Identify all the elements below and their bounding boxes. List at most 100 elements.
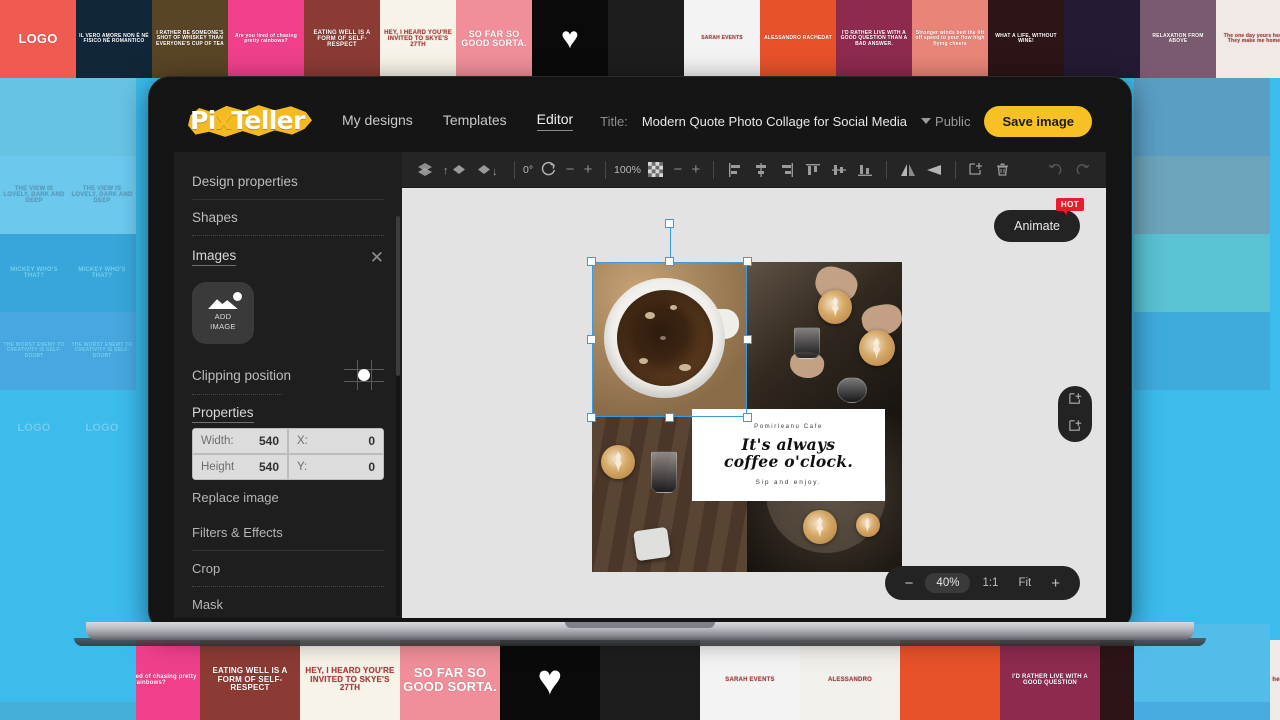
duplicate-page-icon[interactable] [1068,418,1083,438]
width-label: Width: [201,435,234,447]
wallpaper-tile: SO FAR SO GOOD SORTA. [400,640,500,720]
add-image-button[interactable]: ADD IMAGE [192,282,254,344]
zoom-out-button[interactable]: − [897,571,922,596]
align-middle-vertical-icon[interactable] [826,157,852,183]
rotate-icon[interactable] [535,157,561,183]
wallpaper-tile: EATING WELL IS A FORM OF SELF-RESPECT [304,0,380,78]
wallpaper-tile-text: EATING WELL IS A FORM OF SELF-RESPECT [212,666,288,693]
animate-button[interactable]: Animate HOT [994,198,1084,242]
wallpaper-blue-overlay [0,468,68,546]
nav-editor[interactable]: Editor [536,111,574,131]
add-page-icon[interactable] [1068,391,1083,411]
close-icon[interactable]: ✕ [370,249,384,266]
laptop-mockup: PixTeller My designs Templates Editor Ti… [74,76,1206,646]
rotation-decrease-button[interactable]: − [561,161,579,178]
x-label: X: [297,435,308,447]
send-backward-icon[interactable]: ↓ [472,157,506,183]
x-field[interactable]: X: 0 [288,428,384,454]
wallpaper-blue-overlay [1134,234,1202,312]
divider [605,160,607,179]
design-title[interactable]: Modern Quote Photo Collage for Social Me… [642,114,907,129]
wallpaper-tile: LOGO [0,0,76,78]
undo-icon[interactable] [1042,157,1068,183]
wallpaper-tile: I RATHER BE SOMEONE'S CUP OF TEA [0,702,68,720]
collage-image-top-left[interactable] [592,262,747,417]
sidebar-item-crop[interactable]: Crop [192,551,384,586]
save-image-button[interactable]: Save image [984,105,1092,137]
wallpaper-tile-text: The one day yours here They make me home [1223,32,1280,44]
align-right-icon[interactable] [774,157,800,183]
nav-my-designs[interactable]: My designs [342,112,413,131]
flip-vertical-icon[interactable] [921,157,947,183]
page-actions[interactable] [1058,386,1092,442]
sidebar-item-mask[interactable]: Mask [192,587,384,618]
sidebar-item-design-properties[interactable]: Design properties [192,164,384,199]
canvas-area[interactable]: Animate HOT Pomirleanu Cafe It's always … [402,188,1106,618]
width-field[interactable]: Width: 540 [192,428,288,454]
layers-icon[interactable] [412,157,438,183]
wallpaper-tile-text: HEY, I HEARD YOU'RE INVITED TO SKYE'S 27… [384,29,452,49]
clipping-position-row[interactable]: Clipping position [192,350,384,394]
redo-icon[interactable] [1070,157,1096,183]
wallpaper-tile-text: ♥ [560,22,579,56]
laptop-base [86,622,1194,640]
collage-image-top-right[interactable] [747,262,902,417]
sidebar-item-replace-image[interactable]: Replace image [192,480,384,515]
zoom-fit-button[interactable]: Fit [1010,573,1039,593]
opacity-decrease-button[interactable]: − [669,161,687,178]
wallpaper-tile: MICKEY WHO'S THAT? [0,234,68,312]
visibility-selector[interactable]: Public [921,114,970,129]
align-top-icon[interactable] [800,157,826,183]
nav-templates[interactable]: Templates [443,112,507,131]
rotate-handle[interactable] [665,219,674,228]
align-bottom-icon[interactable] [852,157,878,183]
wallpaper-blue-overlay [1202,546,1270,624]
wallpaper-tile: IL VERO AMORE NON È NÉ FISICO NÉ ROMANTI… [76,0,152,78]
y-field[interactable]: Y: 0 [288,454,384,480]
wallpaper-tile: THE WORST ENEMY TO CREATIVITY IS SELF-DO… [68,312,136,390]
align-left-icon[interactable] [722,157,748,183]
wallpaper-tile: RELAXATION FROM ABOVE [1140,0,1216,78]
wallpaper-tile: SARAH EVENTS [684,0,760,78]
quote-text-card[interactable]: Pomirleanu Cafe It's always coffee o'clo… [692,409,885,501]
align-center-horizontal-icon[interactable] [748,157,774,183]
divider [514,160,515,179]
wallpaper-blue-overlay [0,546,68,624]
bring-forward-icon[interactable]: ↑ [438,157,472,183]
wallpaper-tile [0,78,68,156]
pixteller-logo[interactable]: PixTeller [184,95,318,147]
app-header: PixTeller My designs Templates Editor Ti… [174,90,1106,152]
wallpaper-blue-overlay [1202,234,1270,312]
wallpaper-tile-text: IL VERO AMORE NON È NÉ FISICO NÉ ROMANTI… [79,32,149,44]
wallpaper-tile-text [1099,37,1105,41]
wallpaper-blue-overlay [68,234,136,312]
wallpaper-blue-overlay [68,702,136,720]
opacity-increase-button[interactable]: + [687,161,705,178]
design-canvas[interactable]: Pomirleanu Cafe It's always coffee o'clo… [592,262,902,572]
sidebar-item-filters-effects[interactable]: Filters & Effects [192,515,384,550]
wallpaper-tile [1202,234,1270,312]
wallpaper-blue-overlay [0,78,68,156]
sidebar-scrollbar-thumb[interactable] [396,216,400,376]
clipping-position-grid[interactable] [344,360,384,390]
rotation-increase-button[interactable]: + [579,161,597,178]
svg-text:↓: ↓ [492,166,498,178]
zoom-in-button[interactable]: + [1043,571,1068,596]
opacity-checker-icon[interactable] [643,157,669,183]
hot-badge: HOT [1055,198,1084,215]
wallpaper-tile-text: Stronger winds bed the lift off speed to… [915,30,985,47]
trash-icon[interactable] [990,157,1016,183]
flip-horizontal-icon[interactable] [895,157,921,183]
height-field[interactable]: Height 540 [192,454,288,480]
zoom-actual-size-button[interactable]: 1:1 [974,573,1006,593]
zoom-level-value[interactable]: 40% [925,573,971,593]
duplicate-icon[interactable] [964,157,990,183]
clipping-position-handle[interactable] [358,369,370,381]
wallpaper-tile-text: I'D RATHER LIVE WITH A GOOD QUESTION THA… [840,30,908,47]
wallpaper-tile [1202,546,1270,624]
wallpaper-tile [1134,78,1202,156]
sidebar-item-images[interactable]: Images ✕ [192,236,384,274]
wallpaper-tile [600,640,700,720]
wallpaper-blue-overlay [1202,312,1270,390]
sidebar-item-shapes[interactable]: Shapes [192,200,384,235]
